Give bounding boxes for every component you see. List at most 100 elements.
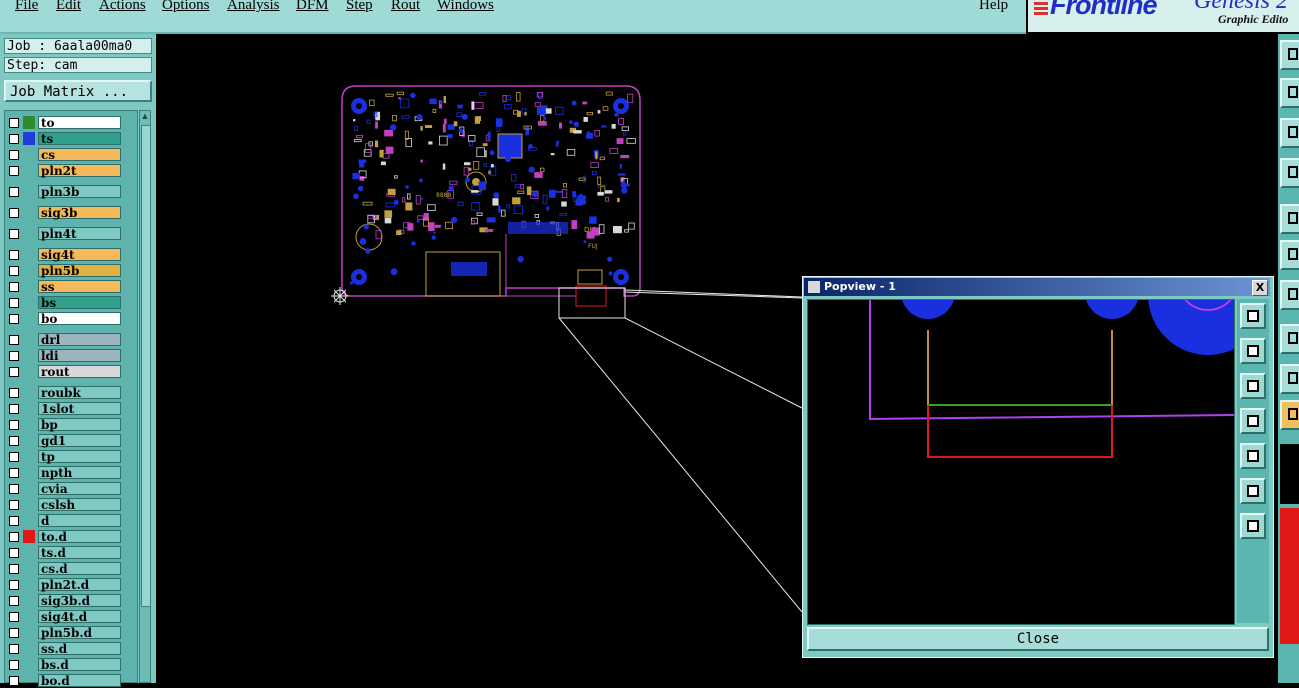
layer-row-pln5b.d[interactable]: pln5b.d — [5, 626, 123, 640]
layer-checkbox[interactable] — [9, 436, 19, 446]
layer-row-rout[interactable]: rout — [5, 365, 123, 379]
tool-icon[interactable] — [1280, 118, 1299, 148]
layer-name[interactable]: sig4t — [38, 248, 121, 262]
layer-name[interactable]: 1slot — [38, 402, 121, 416]
layer-name[interactable]: sig3b.d — [38, 594, 121, 608]
layer-row-bs[interactable]: bs — [5, 296, 123, 310]
layer-row-ss.d[interactable]: ss.d — [5, 642, 123, 656]
layer-checkbox[interactable] — [9, 500, 19, 510]
layer-row-to.d[interactable]: to.d — [5, 530, 123, 544]
layer-row-bp[interactable]: bp — [5, 418, 123, 432]
layer-checkbox[interactable] — [9, 351, 19, 361]
layer-checkbox[interactable] — [9, 388, 19, 398]
layer-name[interactable]: gd1 — [38, 434, 121, 448]
layer-scrollbar[interactable]: ▲ — [139, 110, 151, 683]
layer-row-drl[interactable]: drl — [5, 333, 123, 347]
layer-row-sig3b[interactable]: sig3b — [5, 206, 123, 220]
layer-row-tp[interactable]: tp — [5, 450, 123, 464]
layer-checkbox[interactable] — [9, 266, 19, 276]
close-button[interactable]: Close — [807, 627, 1269, 651]
layer-name[interactable]: npth — [38, 466, 121, 480]
layer-checkbox[interactable] — [9, 468, 19, 478]
layer-checkbox[interactable] — [9, 612, 19, 622]
layer-checkbox[interactable] — [9, 229, 19, 239]
layer-name[interactable]: pln2t.d — [38, 578, 121, 592]
layer-name[interactable]: ts.d — [38, 546, 121, 560]
layer-row-bo.d[interactable]: bo.d — [5, 674, 123, 688]
layer-checkbox[interactable] — [9, 516, 19, 526]
layer-checkbox[interactable] — [9, 166, 19, 176]
layer-checkbox[interactable] — [9, 596, 19, 606]
popview-titlebar[interactable]: Popview - 1 X — [804, 278, 1270, 296]
layer-row-cslsh[interactable]: cslsh — [5, 498, 123, 512]
layer-name[interactable]: bo — [38, 312, 121, 326]
layer-checkbox[interactable] — [9, 676, 19, 686]
layer-color-swatch[interactable] — [23, 132, 35, 145]
menu-rout[interactable]: Rout — [391, 0, 420, 14]
tool-icon[interactable] — [1280, 324, 1299, 354]
layer-row-d[interactable]: d — [5, 514, 123, 528]
layer-name[interactable]: pln4t — [38, 227, 121, 241]
layer-checkbox[interactable] — [9, 548, 19, 558]
layer-name[interactable]: d — [38, 514, 121, 528]
layer-row-gd1[interactable]: gd1 — [5, 434, 123, 448]
layer-row-pln3b[interactable]: pln3b — [5, 185, 123, 199]
layer-row-1slot[interactable]: 1slot — [5, 402, 123, 416]
layer-name[interactable]: ldi — [38, 349, 121, 363]
pan-left-icon[interactable] — [1240, 408, 1266, 434]
menu-step[interactable]: Step — [346, 0, 373, 14]
menu-options[interactable]: Options — [162, 0, 210, 14]
tool-icon[interactable] — [1280, 78, 1299, 108]
layer-row-pln2t[interactable]: pln2t — [5, 164, 123, 178]
layer-checkbox[interactable] — [9, 367, 19, 377]
layer-checkbox[interactable] — [9, 532, 19, 542]
menu-help[interactable]: Help — [979, 0, 1008, 14]
layer-row-pln4t[interactable]: pln4t — [5, 227, 123, 241]
tool-icon[interactable] — [1280, 240, 1299, 270]
menu-file[interactable]: File — [15, 0, 38, 14]
layer-name[interactable]: bs.d — [38, 658, 121, 672]
layer-row-pln5b[interactable]: pln5b — [5, 264, 123, 278]
layer-checkbox[interactable] — [9, 452, 19, 462]
layer-name[interactable]: cslsh — [38, 498, 121, 512]
layer-name[interactable]: tp — [38, 450, 121, 464]
zoom-window-icon[interactable] — [1240, 303, 1266, 329]
layer-row-to[interactable]: to — [5, 116, 123, 130]
layer-row-pln2t.d[interactable]: pln2t.d — [5, 578, 123, 592]
menu-dfm[interactable]: DFM — [296, 0, 329, 14]
layer-row-roubk[interactable]: roubk — [5, 386, 123, 400]
zoom-in-icon[interactable] — [1240, 513, 1266, 539]
layer-name[interactable]: pln5b — [38, 264, 121, 278]
layer-checkbox[interactable] — [9, 118, 19, 128]
layer-checkbox[interactable] — [9, 150, 19, 160]
layer-name[interactable]: ss.d — [38, 642, 121, 656]
pan-down-icon[interactable] — [1240, 373, 1266, 399]
layer-row-sig4t.d[interactable]: sig4t.d — [5, 610, 123, 624]
layer-row-ldi[interactable]: ldi — [5, 349, 123, 363]
layer-checkbox[interactable] — [9, 420, 19, 430]
layer-name[interactable]: cvia — [38, 482, 121, 496]
layer-name[interactable]: bo.d — [38, 674, 121, 688]
pan-right-icon[interactable] — [1240, 443, 1266, 469]
layer-name[interactable]: ts — [38, 132, 121, 146]
menu-edit[interactable]: Edit — [56, 0, 81, 14]
layer-checkbox[interactable] — [9, 208, 19, 218]
layer-name[interactable]: bs — [38, 296, 121, 310]
layer-name[interactable]: rout — [38, 365, 121, 379]
menu-windows[interactable]: Windows — [437, 0, 494, 14]
layer-color-swatch[interactable] — [23, 116, 35, 129]
menu-analysis[interactable]: Analysis — [227, 0, 280, 14]
layer-checkbox[interactable] — [9, 564, 19, 574]
layer-name[interactable]: pln3b — [38, 185, 121, 199]
layer-checkbox[interactable] — [9, 644, 19, 654]
layer-name[interactable]: cs.d — [38, 562, 121, 576]
layer-checkbox[interactable] — [9, 335, 19, 345]
layer-name[interactable]: pln5b.d — [38, 626, 121, 640]
tool-icon[interactable] — [1280, 204, 1299, 234]
layer-name[interactable]: ss — [38, 280, 121, 294]
layer-checkbox[interactable] — [9, 250, 19, 260]
layer-name[interactable]: cs — [38, 148, 121, 162]
layer-name[interactable]: drl — [38, 333, 121, 347]
scroll-up-arrow-icon[interactable]: ▲ — [140, 111, 150, 121]
layer-name[interactable]: sig4t.d — [38, 610, 121, 624]
